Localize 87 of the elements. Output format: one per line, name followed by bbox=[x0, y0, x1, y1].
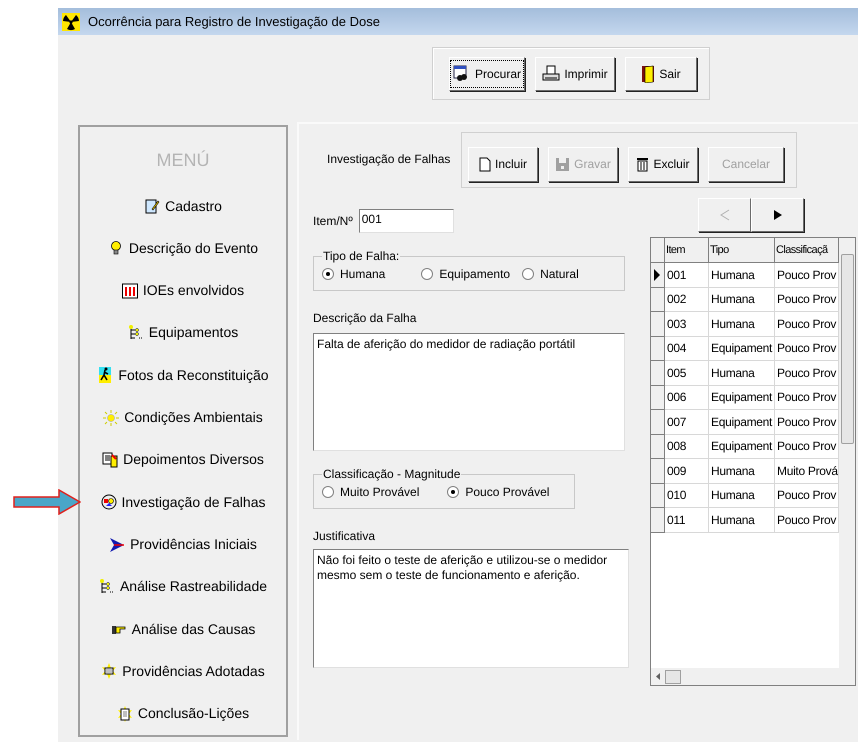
field-label: Descrição da Falha bbox=[313, 310, 418, 327]
toolbar-button[interactable]: Imprimir bbox=[535, 56, 615, 90]
menu-item[interactable]: Descrição do Evento bbox=[108, 238, 258, 259]
radio-option[interactable]: Pouco Provável bbox=[447, 483, 550, 501]
menu-item[interactable]: Condições Ambientais bbox=[103, 407, 263, 428]
item-field[interactable]: 001 bbox=[358, 209, 454, 233]
menu-item[interactable]: Fotos da Reconstituição bbox=[97, 364, 269, 386]
documents-icon bbox=[102, 452, 118, 468]
justification-box[interactable]: Não foi feito o teste de aferição e utilizou-se o medidor mesmo sem o teste de funcionamento e aferição. bbox=[313, 549, 629, 668]
action-button[interactable]: Excluir bbox=[628, 146, 698, 182]
field-label: Justificativa bbox=[313, 528, 376, 545]
printer-icon bbox=[542, 64, 560, 82]
table-cell: Humana bbox=[709, 459, 775, 484]
row-pointer-icon bbox=[654, 268, 660, 281]
scrollbar-thumb[interactable] bbox=[665, 670, 681, 684]
table-cell: Humana bbox=[709, 288, 775, 312]
column-header[interactable]: Item bbox=[665, 238, 709, 263]
paper-plane-icon bbox=[109, 536, 126, 553]
toolbar-button[interactable]: Sair bbox=[625, 56, 697, 90]
table-cell: Humana bbox=[709, 312, 775, 336]
menu-item[interactable]: Cadastro bbox=[144, 196, 222, 217]
radio-option[interactable]: Natural bbox=[522, 265, 579, 283]
toolbar-button[interactable]: Procurar bbox=[449, 56, 525, 90]
menu-item[interactable]: Providências Adotadas bbox=[101, 660, 265, 682]
menu-item[interactable]: Providências Iniciais bbox=[109, 534, 257, 556]
radio-option[interactable]: Humana bbox=[322, 265, 386, 283]
radio-option[interactable]: Equipamento bbox=[421, 265, 510, 283]
table-cell: Humana bbox=[709, 484, 775, 508]
table-cell: Equipament bbox=[709, 434, 775, 459]
table-cell: Equipament bbox=[709, 386, 775, 410]
menu-title: MENÚ bbox=[156, 149, 210, 172]
group-legend: Tipo de Falha: bbox=[322, 247, 400, 265]
menu-item[interactable]: IOEs envolvidos bbox=[122, 280, 244, 302]
trash-can-icon bbox=[636, 156, 650, 172]
vertical-scrollbar[interactable] bbox=[839, 238, 855, 685]
radio-button[interactable] bbox=[522, 268, 534, 280]
table-cell: Equipament bbox=[709, 336, 775, 361]
note-star-icon bbox=[101, 663, 118, 680]
table-cell: 006 bbox=[665, 386, 709, 410]
table-cell: 004 bbox=[665, 336, 709, 361]
table-cell: Equipament bbox=[709, 410, 775, 434]
next-button[interactable] bbox=[751, 198, 804, 232]
right-triangle-icon bbox=[772, 209, 782, 221]
document-star-icon bbox=[116, 706, 133, 722]
menu-item[interactable]: Análise Rastreabilidade bbox=[98, 576, 268, 598]
shapes-circle-icon bbox=[100, 494, 116, 510]
menu-item[interactable]: Conclusão-Lições bbox=[116, 703, 250, 724]
table-cell: Humana bbox=[709, 361, 775, 386]
table-cell: 003 bbox=[665, 312, 709, 336]
menu-item[interactable]: Investigação de Falhas bbox=[100, 492, 266, 513]
table-cell: Humana bbox=[709, 508, 775, 532]
group-legend: Classificação - Magnitude bbox=[322, 465, 462, 483]
radio-button[interactable] bbox=[447, 486, 460, 498]
walking-figure-icon bbox=[97, 367, 114, 384]
radiation-icon bbox=[62, 12, 80, 30]
horizontal-scrollbar[interactable] bbox=[651, 668, 839, 685]
tree-list-icon bbox=[128, 324, 144, 341]
column-header[interactable]: Tipo bbox=[709, 238, 775, 263]
film-figures-icon bbox=[122, 282, 138, 299]
sun-icon bbox=[103, 410, 120, 426]
radio-button[interactable] bbox=[322, 268, 334, 280]
radio-option[interactable]: Muito Provável bbox=[322, 483, 420, 501]
table-cell: 007 bbox=[665, 410, 709, 434]
notepad-icon bbox=[144, 198, 160, 214]
menu-item[interactable]: Depoimentos Diversos bbox=[102, 449, 264, 470]
table-cell: 010 bbox=[665, 484, 709, 508]
menu-item[interactable]: Equipamentos bbox=[128, 322, 238, 344]
action-button[interactable]: Incluir bbox=[468, 146, 538, 182]
table-cell: Humana bbox=[709, 263, 775, 288]
radio-button[interactable] bbox=[421, 268, 434, 280]
table-cell: 002 bbox=[665, 288, 709, 312]
radio-button[interactable] bbox=[322, 486, 334, 498]
table-cell: 008 bbox=[665, 434, 709, 459]
table-cell: 009 bbox=[665, 459, 709, 484]
field-label: Item/Nº bbox=[313, 213, 353, 230]
table-cell: 005 bbox=[665, 361, 709, 386]
scrollbar-thumb[interactable] bbox=[840, 254, 854, 444]
blank-page-icon bbox=[478, 156, 491, 172]
window-title: Ocorrência para Registro de Investigação de Dose bbox=[88, 12, 380, 31]
row-selector[interactable] bbox=[651, 263, 665, 288]
tree-list-icon bbox=[98, 578, 115, 595]
menu-item[interactable]: Análise das Causas bbox=[110, 618, 256, 640]
description-box[interactable]: Falta de aferição do medidor de radiação portátil bbox=[313, 333, 625, 451]
table-cell: 001 bbox=[665, 263, 709, 288]
door-icon bbox=[641, 64, 656, 82]
section-title: Investigação de Falhas bbox=[326, 151, 452, 168]
table-cell: 011 bbox=[665, 508, 709, 532]
